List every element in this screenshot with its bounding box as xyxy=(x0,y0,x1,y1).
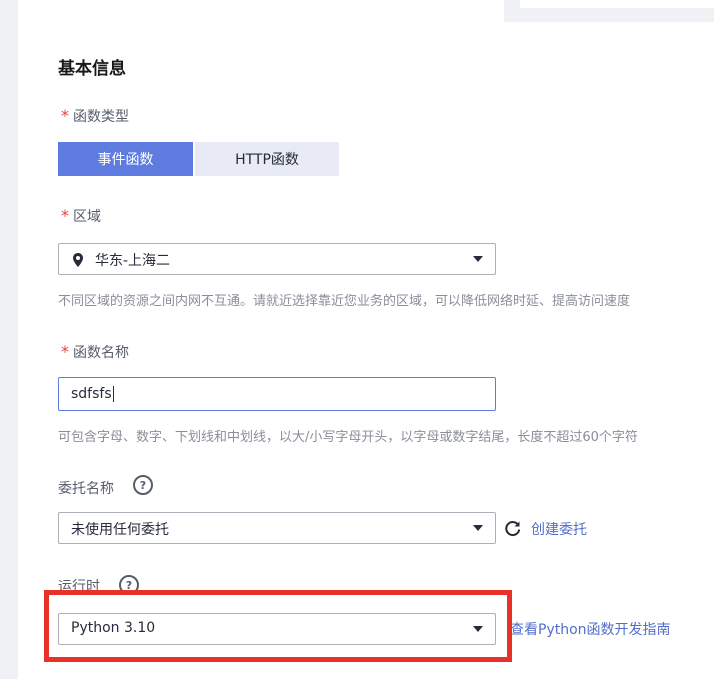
required-mark: * xyxy=(61,206,69,225)
location-pin-icon xyxy=(73,252,83,271)
section-title: 基本信息 xyxy=(58,59,126,79)
agency-help-icon[interactable]: ? xyxy=(133,475,153,495)
side-card-bottom xyxy=(520,0,714,8)
create-agency-link[interactable]: 创建委托 xyxy=(531,519,587,539)
function-name-label-text: 函数名称 xyxy=(73,345,129,361)
runtime-value: Python 3.10 xyxy=(71,620,156,636)
refresh-icon[interactable] xyxy=(504,519,522,541)
region-select[interactable]: 华东-上海二 xyxy=(58,243,496,275)
basic-info-panel: 基本信息 * 函数类型 事件函数 HTTP函数 * 区域 华东-上海二 不同区域的资… xyxy=(18,22,714,679)
region-value: 华东-上海二 xyxy=(95,253,171,269)
region-label: * 区域 xyxy=(61,206,101,226)
runtime-help-icon[interactable]: ? xyxy=(119,575,139,595)
agency-value: 未使用任何委托 xyxy=(71,522,169,538)
chevron-down-icon xyxy=(473,626,483,632)
runtime-label: 运行时 xyxy=(58,579,100,595)
function-name-label: * 函数名称 xyxy=(61,342,129,362)
agency-select[interactable]: 未使用任何委托 xyxy=(58,512,496,544)
region-label-text: 区域 xyxy=(73,209,101,225)
function-name-hint: 可包含字母、数字、下划线和中划线，以大/小写字母开头，以字母或数字结尾，长度不超… xyxy=(58,430,638,445)
chevron-down-icon xyxy=(473,525,483,531)
runtime-select[interactable]: Python 3.10 xyxy=(58,613,496,645)
required-mark: * xyxy=(61,106,69,125)
function-type-label-text: 函数类型 xyxy=(73,109,129,125)
event-function-tab[interactable]: 事件函数 xyxy=(58,142,193,176)
text-cursor xyxy=(112,386,114,402)
chevron-down-icon xyxy=(473,256,483,262)
http-function-tab[interactable]: HTTP函数 xyxy=(195,142,339,176)
function-name-value: sdfsfs xyxy=(71,386,112,402)
function-type-label: * 函数类型 xyxy=(61,106,129,126)
region-hint: 不同区域的资源之间内网不互通。请就近选择靠近您业务的区域，可以降低网络时延、提高… xyxy=(58,294,631,309)
required-mark: * xyxy=(61,342,69,361)
agency-label: 委托名称 xyxy=(58,481,114,497)
previous-card-bottom xyxy=(18,0,504,22)
function-name-input[interactable]: sdfsfs xyxy=(58,377,496,411)
python-guide-link[interactable]: 查看Python函数开发指南 xyxy=(510,619,671,639)
